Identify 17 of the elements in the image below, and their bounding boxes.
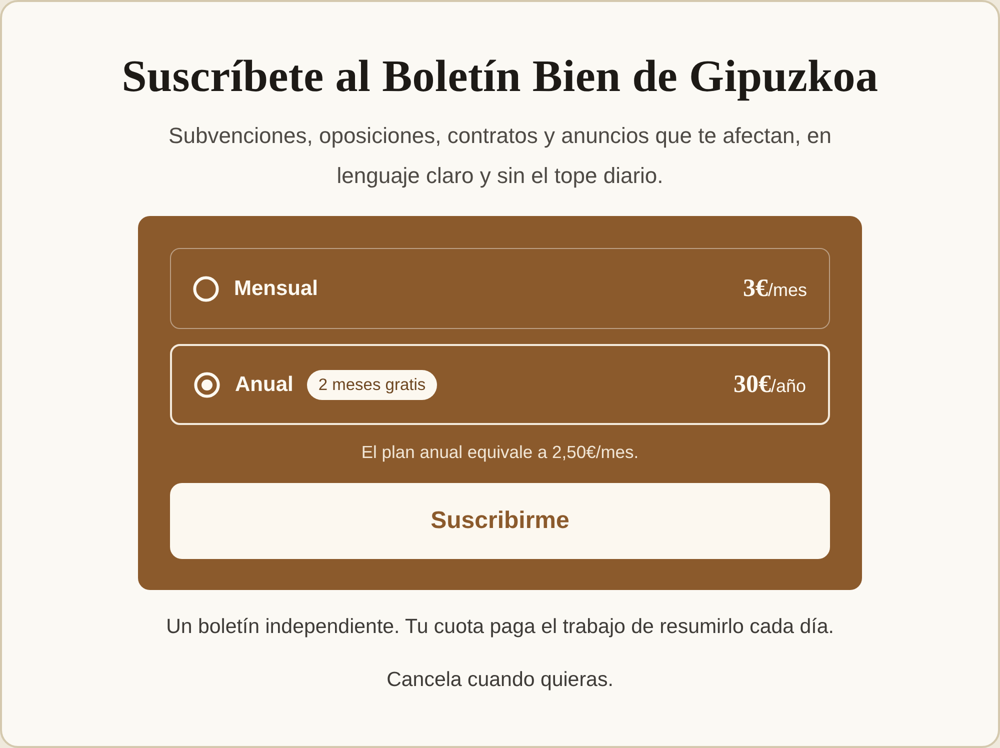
page-title: Suscríbete al Boletín Bien de Gipuzkoa: [122, 52, 878, 100]
plan-option[interactable]: Mensual 3€/mes: [170, 248, 830, 329]
price-period: /mes: [768, 278, 807, 302]
footer-text: Cancela cuando quieras.: [386, 668, 614, 692]
price-period: /año: [770, 376, 806, 398]
plan-name: Mensual: [234, 276, 318, 302]
plan-note: El plan anual equivale a 2,50€/mes.: [360, 441, 640, 463]
plan-option[interactable]: Anual 2 meses gratis 30€/año: [170, 344, 830, 425]
radio-icon: [193, 276, 219, 302]
footer-text: Un boletín independiente. Tu cuota paga el trabajo de resumirlo cada día.: [166, 615, 834, 639]
plan-name: Anual: [235, 372, 294, 398]
plan-price: 3€: [742, 274, 768, 304]
subtitle-text: Subvenciones, oposiciones, contratos y anuncios que te afectan, en lenguaje claro y sin el tope diario.: [168, 122, 832, 190]
radio-selected-icon: [194, 372, 220, 398]
discount-pill: 2 meses gratis: [307, 370, 437, 400]
subscribe-button[interactable]: Suscribirme: [170, 483, 830, 559]
plan-price: 30€: [733, 370, 771, 400]
